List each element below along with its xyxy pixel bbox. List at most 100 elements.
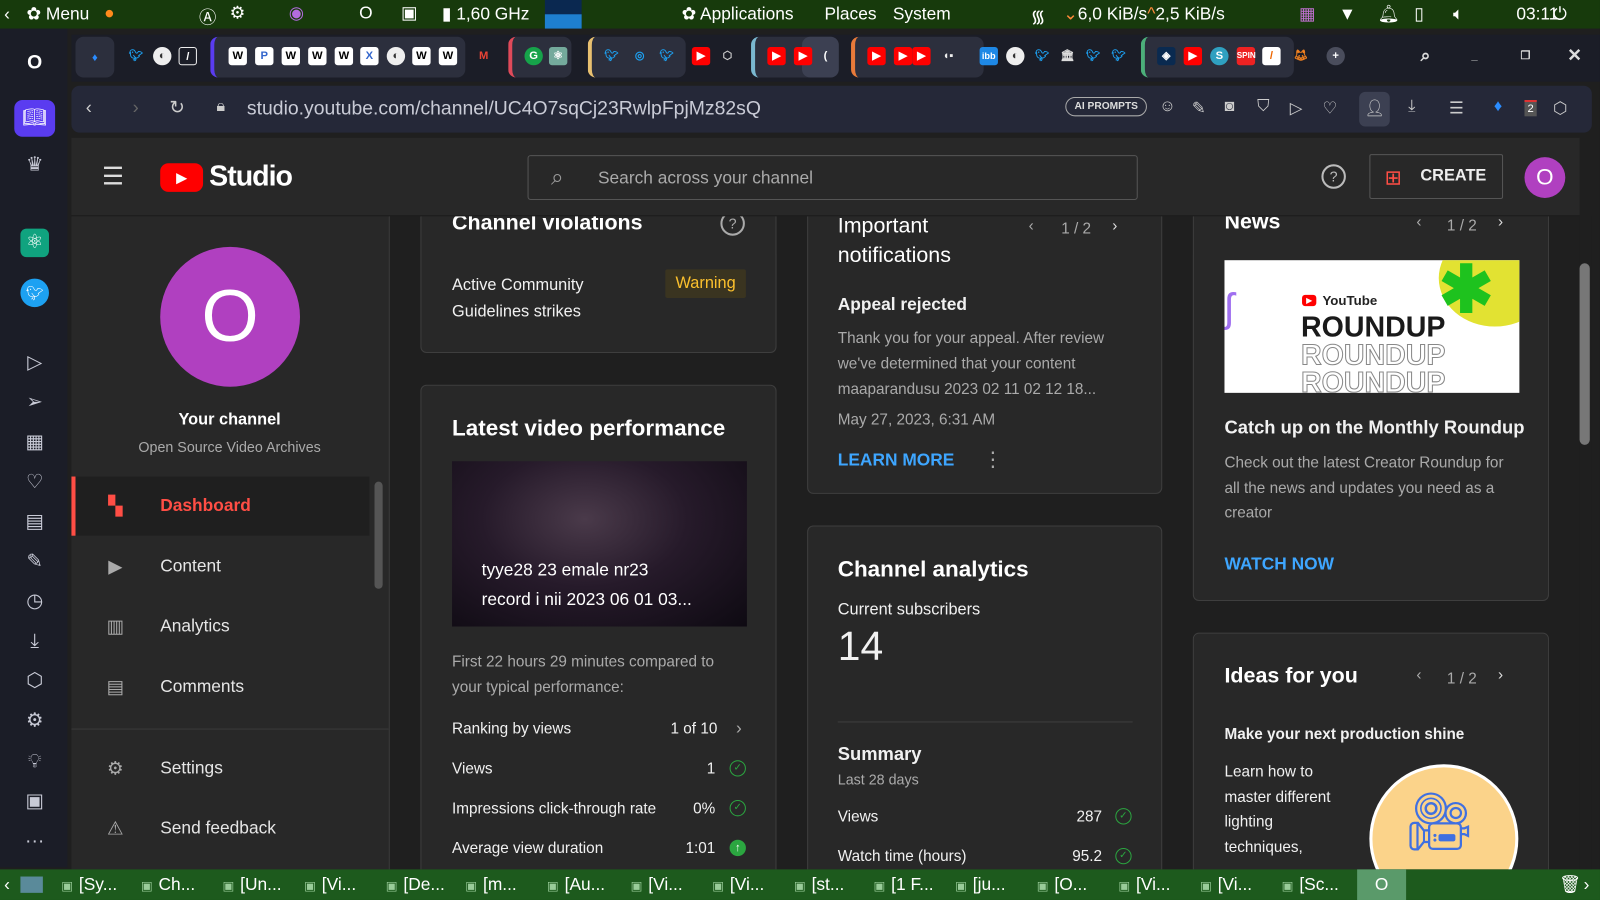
battery-icon[interactable]: ▯: [1414, 4, 1424, 24]
edit-icon[interactable]: ✎: [20, 548, 49, 577]
taskbar-item[interactable]: ▣ [De...: [386, 874, 445, 894]
wifi-icon[interactable]: ᯾: [1031, 4, 1046, 27]
tab-wikipedia[interactable]: W: [228, 46, 247, 66]
shield-icon[interactable]: ⛉: [1257, 98, 1269, 116]
sidebar-item-content[interactable]: ▶︎ Content: [71, 537, 369, 596]
opera-logo-icon[interactable]: O: [20, 49, 49, 78]
crown-icon[interactable]: ♛: [20, 151, 49, 180]
sidebar-item-send-feedback[interactable]: ⚠ Send feedback: [71, 799, 369, 858]
tab-ibb[interactable]: ibb: [979, 46, 998, 66]
tab-group[interactable]: ♦: [75, 36, 115, 78]
bell-icon[interactable]: 🔔︎: [1378, 4, 1400, 24]
tab-edge[interactable]: ◎: [631, 47, 649, 65]
learn-more-link[interactable]: LEARN MORE: [838, 450, 955, 470]
tab-youtube[interactable]: ▶: [793, 46, 813, 66]
tab-app[interactable]: /: [178, 46, 197, 66]
tab-wikidata[interactable]: X: [360, 46, 379, 66]
settings-icon[interactable]: ⚙: [20, 707, 49, 736]
applications-menu[interactable]: ✿ Applications: [682, 4, 794, 24]
heart-icon[interactable]: ♡: [1322, 98, 1337, 118]
extension-icon[interactable]: ▣: [20, 788, 49, 817]
page-scrollbar-thumb[interactable]: [1579, 263, 1590, 445]
sidebar-scrollbar[interactable]: [374, 481, 383, 589]
gears-icon[interactable]: ⚙: [230, 3, 246, 23]
tab-twitter[interactable]: 🐦︎: [1109, 47, 1127, 65]
download-icon[interactable]: ⤓: [1408, 98, 1415, 116]
tab-kesk[interactable]: ◈: [1157, 46, 1176, 66]
menu-button[interactable]: ✿ Menu: [27, 4, 90, 24]
app-icon-a[interactable]: Ⓐ: [199, 3, 216, 29]
back-button[interactable]: ‹: [86, 97, 92, 118]
tab-twitter[interactable]: 🐦︎: [1084, 47, 1102, 65]
emoji-icon[interactable]: ☺: [1159, 98, 1176, 116]
watch-now-link[interactable]: WATCH NOW: [1224, 554, 1334, 574]
heart-icon[interactable]: ♡: [20, 468, 49, 497]
panel-left-arrow[interactable]: ‹: [4, 4, 10, 24]
tab-sk[interactable]: S: [1210, 46, 1229, 66]
tab-youtube[interactable]: ▶: [1183, 46, 1203, 66]
tab-youtube[interactable]: ▶: [867, 46, 886, 66]
restore-button[interactable]: ❐: [1516, 47, 1534, 65]
twitter-icon[interactable]: 🐦︎: [20, 278, 49, 308]
tab-wikipedia[interactable]: W: [308, 46, 327, 66]
close-window-button[interactable]: ✕: [1565, 46, 1583, 65]
taskbar-item[interactable]: ▣ [m...: [465, 874, 516, 894]
tab-youtube[interactable]: ▶: [691, 46, 711, 66]
bulb-icon[interactable]: 💡︎: [20, 748, 49, 777]
minimize-button[interactable]: _: [1465, 47, 1483, 65]
send-icon[interactable]: ▷: [1290, 98, 1303, 118]
audio-app-icon[interactable]: ▦: [1299, 4, 1315, 24]
forward-button[interactable]: ›: [133, 97, 139, 118]
news-icon[interactable]: ▤: [20, 508, 49, 537]
volume-icon[interactable]: 🔈︎: [1453, 4, 1463, 24]
tab-youtube[interactable]: ▶: [767, 46, 786, 66]
tab-youtube[interactable]: ▶: [912, 46, 931, 66]
taskbar-item[interactable]: ▣ [Sy...: [61, 874, 117, 894]
video-title[interactable]: tyye28 23 emale nr23: [482, 560, 649, 580]
opera-icon[interactable]: O: [359, 3, 373, 23]
taskbar-item[interactable]: ▣ [ju...: [955, 874, 1005, 894]
more-options-icon[interactable]: ⋮: [983, 447, 1003, 473]
ai-prompts-button[interactable]: AI PROMPTS: [1065, 96, 1148, 117]
tab-metamask[interactable]: 🦊︎: [1292, 47, 1310, 65]
create-button[interactable]: ⊞ CREATE: [1369, 154, 1504, 199]
your-channel-label[interactable]: Your channel: [71, 411, 387, 429]
trash-icon[interactable]: 🗑︎: [1559, 874, 1581, 894]
taskbar-item[interactable]: ▣ [Vi...: [1200, 874, 1252, 894]
sidebar-item-settings[interactable]: ⚙ Settings: [71, 739, 369, 798]
tab-count-badge[interactable]: 2: [1524, 99, 1537, 117]
taskbar-item[interactable]: ▣ [Au...: [547, 874, 605, 894]
tab-twitter[interactable]: 🐦︎: [127, 47, 145, 65]
tab-wikipedia[interactable]: W: [438, 46, 458, 66]
gem-extension-icon[interactable]: ♦: [1494, 98, 1502, 116]
tab-cube[interactable]: ⬡: [718, 47, 736, 65]
send-icon[interactable]: ➢: [20, 389, 49, 418]
tab-twitter[interactable]: 🐦︎: [1033, 47, 1051, 65]
network-icon[interactable]: ▼: [1339, 4, 1356, 24]
tab-twitter[interactable]: 🐦︎: [657, 47, 675, 65]
taskbar-item[interactable]: ▣ [st...: [794, 874, 844, 894]
taskbar-item[interactable]: ▣ [O...: [1037, 874, 1087, 894]
search-box[interactable]: ⌕ Search across your channel: [527, 155, 1138, 200]
new-tab-button[interactable]: +: [1326, 46, 1345, 66]
taskbar-item[interactable]: ▣ [Vi...: [712, 874, 764, 894]
places-menu[interactable]: Places: [824, 4, 876, 24]
power-icon[interactable]: ⏻: [1553, 4, 1567, 24]
firefox-icon[interactable]: ●: [104, 3, 114, 23]
tab-twitter[interactable]: 🐦︎: [602, 47, 620, 65]
tab-archive[interactable]: 🏛︎: [1058, 47, 1076, 65]
sidebar-item-comments[interactable]: ▤ Comments: [71, 657, 369, 716]
tab-search-icon[interactable]: ⌕: [1416, 46, 1434, 65]
tab-wikipedia[interactable]: W: [281, 46, 300, 66]
hamburger-menu-icon[interactable]: ☰: [102, 162, 124, 192]
reload-button[interactable]: ↻: [169, 97, 184, 118]
channel-avatar[interactable]: O: [160, 246, 300, 387]
prev-icon[interactable]: ‹: [1416, 666, 1421, 683]
next-icon[interactable]: ›: [1112, 217, 1117, 234]
taskbar-item[interactable]: ▣ [Vi...: [1118, 874, 1170, 894]
terminal-icon[interactable]: ▣: [401, 3, 417, 23]
tab-web[interactable]: ◐: [153, 46, 172, 66]
tab-audio[interactable]: ◖▪: [939, 47, 957, 65]
edit-icon[interactable]: ✎: [1192, 98, 1206, 118]
taskbar-item[interactable]: ▣ [1 F...: [873, 874, 933, 894]
